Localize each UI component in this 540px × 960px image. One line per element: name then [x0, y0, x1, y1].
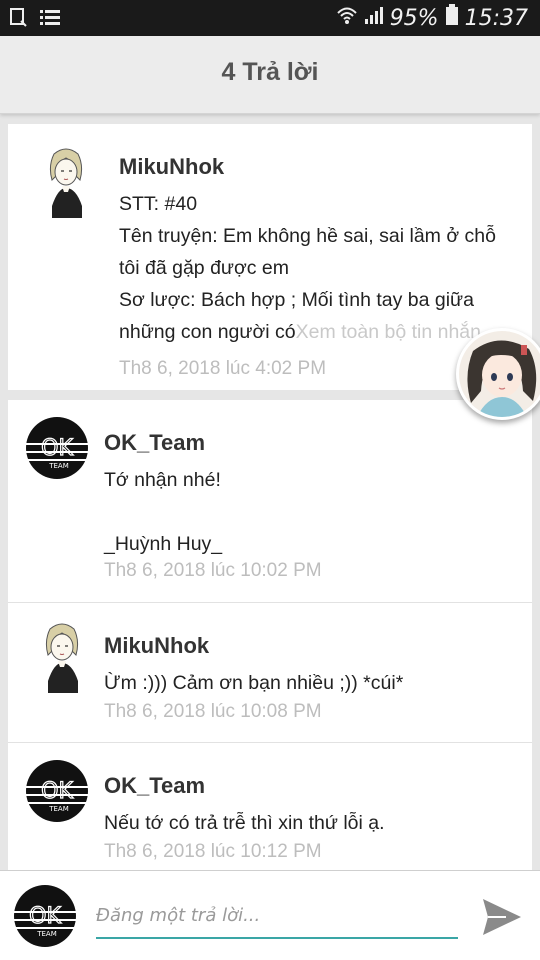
reply-input[interactable] [96, 897, 458, 939]
sketch-girl-avatar[interactable] [40, 146, 90, 218]
svg-text:OK: OK [41, 779, 73, 804]
list-item[interactable]: OK TEAM OK_Team Nếu tớ có trả trễ thì xi… [8, 742, 532, 870]
sketch-girl-avatar[interactable] [36, 621, 86, 693]
post-author[interactable]: OK_Team [104, 430, 205, 456]
status-bar: 95% 15:37 [0, 0, 540, 36]
current-user-avatar[interactable]: OK TEAM [14, 885, 76, 947]
floating-chat-head-avatar[interactable] [456, 328, 540, 420]
post-line: Tớ nhận nhé! [104, 469, 221, 491]
post-line-text: những con người có [119, 321, 296, 343]
post-line: Nếu tớ có trả trễ thì xin thứ lỗi ạ. [104, 812, 385, 834]
notification-icon [10, 8, 28, 33]
post-line: STT: #40 [119, 193, 198, 215]
svg-text:OK: OK [41, 436, 73, 461]
post-timestamp: Th8 6, 2018 lúc 10:02 PM [104, 560, 322, 581]
menu-list-icon [40, 9, 60, 32]
list-item[interactable]: MikuNhok STT: #40 Tên truyện: Em không h… [8, 124, 532, 390]
wifi-icon [336, 5, 358, 31]
post-author[interactable]: MikuNhok [119, 154, 224, 180]
post-line: những con người cóXem toàn bộ tin nhắn [119, 316, 481, 348]
clock: 15:37 [464, 5, 528, 31]
post-author[interactable]: MikuNhok [104, 633, 209, 659]
list-item[interactable]: OK TEAM OK_Team Tớ nhận nhé! _Huỳnh Huy_… [8, 400, 532, 602]
signal-icon [364, 5, 384, 31]
svg-text:OK: OK [29, 904, 61, 929]
see-full-message-link[interactable]: Xem toàn bộ tin nhắn [296, 321, 481, 343]
battery-percent: 95% [389, 5, 439, 31]
ok-team-avatar[interactable]: OK TEAM [26, 760, 88, 822]
anime-girl-avatar-image [459, 331, 540, 417]
ok-team-avatar[interactable]: OK TEAM [26, 417, 88, 479]
post-line: Tên truyện: Em không hề sai, sai lầm ở c… [119, 225, 496, 247]
svg-text:TEAM: TEAM [48, 805, 69, 813]
app-header: 4 Trả lời [0, 36, 540, 114]
list-item[interactable]: MikuNhok Ừm :))) Cảm ơn bạn nhiều ;)) *c… [8, 602, 532, 742]
post-line: Ừm :))) Cảm ơn bạn nhiều ;)) *cúi* [104, 672, 404, 694]
send-icon[interactable] [480, 895, 524, 939]
post-timestamp: Th8 6, 2018 lúc 10:08 PM [104, 701, 322, 722]
svg-text:TEAM: TEAM [48, 462, 69, 470]
post-timestamp: Th8 6, 2018 lúc 4:02 PM [119, 358, 327, 379]
post-timestamp: Th8 6, 2018 lúc 10:12 PM [104, 841, 322, 862]
page-title: 4 Trả lời [221, 58, 319, 86]
battery-icon [445, 4, 459, 32]
svg-text:TEAM: TEAM [36, 930, 57, 938]
reply-thread[interactable]: MikuNhok STT: #40 Tên truyện: Em không h… [0, 114, 540, 870]
post-line: Sơ lược: Bách hợp ; Mối tình tay ba giữa [119, 289, 474, 311]
post-line: _Huỳnh Huy_ [104, 533, 223, 555]
post-line: tôi đã gặp được em [119, 257, 290, 279]
post-author[interactable]: OK_Team [104, 773, 205, 799]
reply-composer: OK TEAM [0, 870, 540, 960]
